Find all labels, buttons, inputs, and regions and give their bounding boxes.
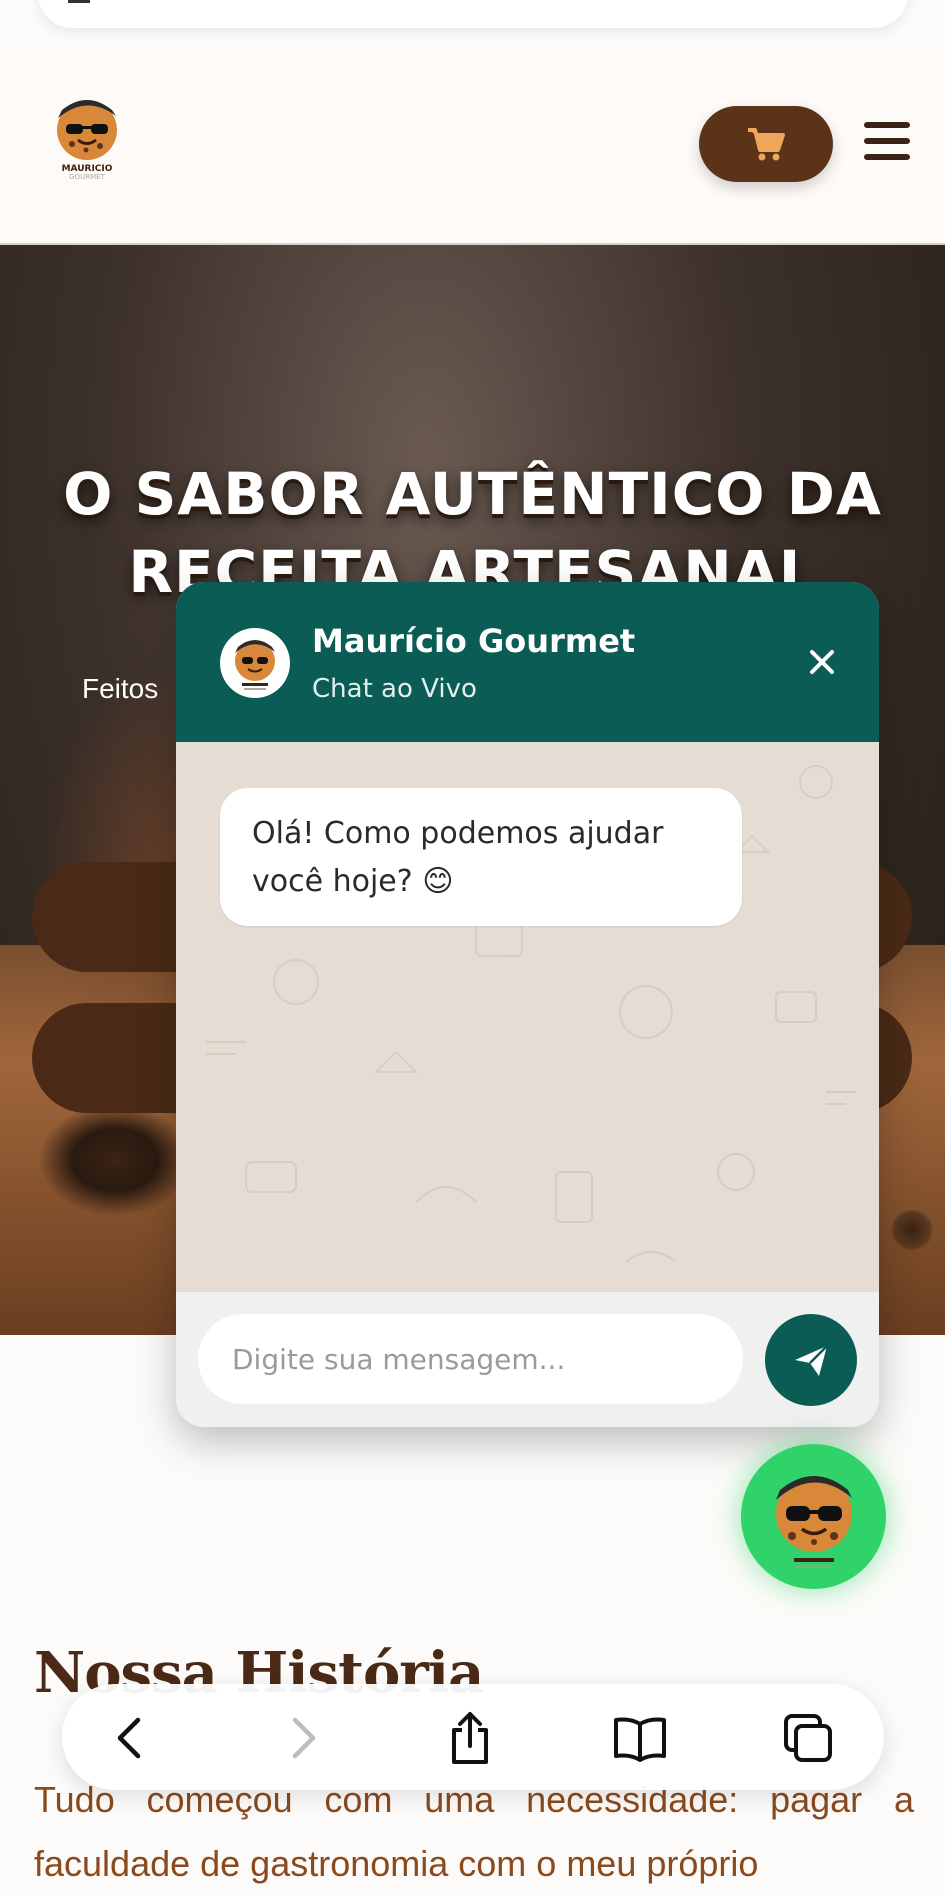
cookie-mascot-icon [775,1475,852,1568]
bookmarks-icon[interactable] [612,1710,668,1766]
chat-avatar [220,628,290,698]
chat-message-bubble: Olá! Como podemos ajudar você hoje? 😊 [220,788,742,926]
address-bar[interactable] [38,0,908,28]
hero-subtitle: Feitos [82,673,159,704]
tabs-icon[interactable] [780,1710,836,1766]
close-icon[interactable] [802,642,842,682]
hero-cookie-crumb [890,1210,934,1250]
send-icon [795,1345,828,1376]
menu-icon[interactable] [864,122,914,166]
chat-header: Maurício Gourmet Chat ao Vivo [176,582,879,742]
chat-title: Maurício Gourmet [312,622,636,660]
cart-button[interactable] [699,106,833,182]
chat-fab-button[interactable] [741,1444,886,1589]
share-icon[interactable] [442,1710,498,1766]
chat-message-input[interactable] [198,1314,743,1404]
send-button[interactable] [765,1314,857,1406]
logo[interactable]: MAURICIO GOURMET [52,92,122,181]
chat-status: Chat ao Vivo [312,674,477,704]
cart-icon [748,128,785,161]
chat-widget: Maurício Gourmet Chat ao Vivo Olá! Como … [176,582,879,1427]
forward-icon[interactable] [275,1710,331,1766]
logo-subtext: GOURMET [69,173,105,181]
chat-messages: Olá! Como podemos ajudar você hoje? 😊 [176,742,879,1292]
back-icon[interactable] [102,1710,158,1766]
chat-footer [176,1292,879,1427]
hero-cookies [40,1105,190,1215]
address-bar-glyph [68,0,90,3]
cookie-avatar-icon [235,640,275,690]
chat-message-text: Olá! Como podemos ajudar você hoje? 😊 [252,816,664,899]
